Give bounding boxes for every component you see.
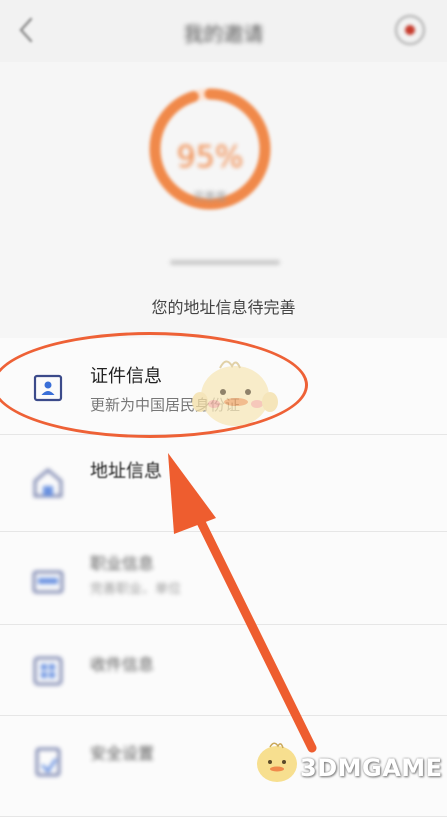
watermark-mascot-icon bbox=[257, 742, 297, 782]
list-item-occupation-info[interactable]: 职业信息 完善职业、单位 bbox=[0, 532, 447, 625]
briefcase-icon bbox=[30, 562, 66, 598]
address-status-text: 您的地址信息待完善 bbox=[151, 298, 296, 317]
header-bar: 我的邀请 bbox=[0, 0, 447, 62]
list-item-address-info[interactable]: 地址信息 bbox=[0, 435, 447, 532]
home-icon bbox=[30, 465, 66, 501]
document-icon bbox=[30, 744, 66, 780]
mascot-chick-icon bbox=[192, 360, 278, 426]
watermark-text: 3DMGAME bbox=[300, 754, 443, 782]
list-item-delivery-info[interactable]: 收件信息 bbox=[0, 625, 447, 716]
list-item-title: 地址信息 bbox=[90, 461, 162, 482]
list-item-subtitle: 完善职业、单位 bbox=[90, 582, 182, 597]
divider bbox=[170, 260, 280, 265]
list-item-title: 收件信息 bbox=[90, 655, 155, 674]
settings-icon[interactable] bbox=[393, 13, 427, 47]
grid-icon bbox=[30, 653, 66, 689]
id-card-icon bbox=[30, 370, 66, 406]
list-item-title: 证件信息 bbox=[90, 366, 162, 387]
list-item-title: 职业信息 bbox=[90, 554, 155, 573]
profile-completion-panel: 95% 完善度 您的地址信息待完善 bbox=[0, 62, 447, 338]
page-title: 我的邀请 bbox=[183, 22, 264, 46]
completion-percentage: 95% bbox=[176, 140, 244, 175]
completion-caption: 完善度 bbox=[193, 190, 227, 203]
list-item-title: 安全设置 bbox=[90, 744, 155, 763]
